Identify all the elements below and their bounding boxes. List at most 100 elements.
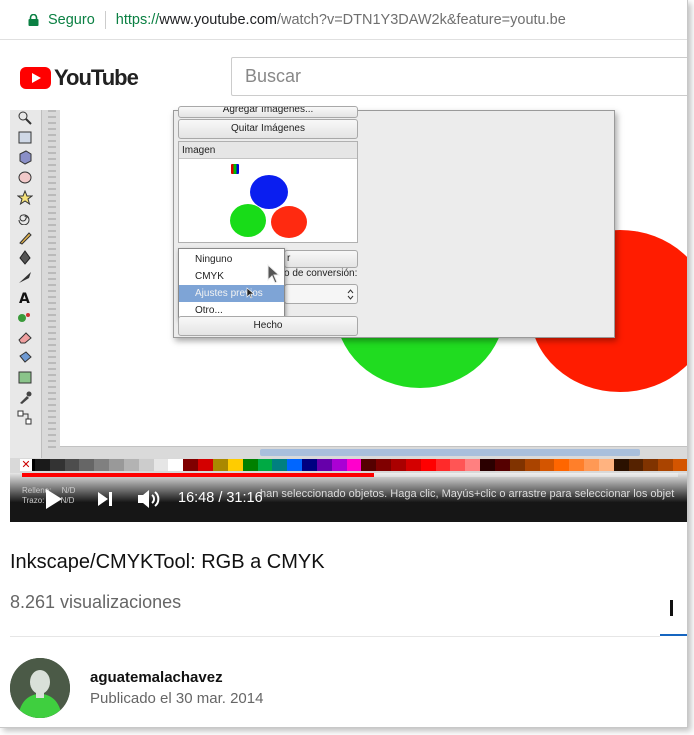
image-panel-title: Imagen	[179, 142, 357, 159]
conversion-combo	[284, 284, 358, 304]
palette-swatch	[524, 459, 540, 471]
palette-swatch	[272, 459, 288, 471]
palette-swatch	[613, 459, 629, 471]
video-title: Inkscape/CMYKTool: RGB a CMYK	[10, 551, 325, 573]
rectangle-tool-icon	[18, 131, 32, 144]
spray-tool-icon	[18, 313, 30, 322]
hidden-button: r	[284, 250, 358, 268]
browser-window: Seguro https://www.youtube.com/watch?v=D…	[0, 0, 688, 728]
palette-swatch	[183, 459, 199, 471]
address-bar[interactable]: Seguro https://www.youtube.com/watch?v=D…	[0, 0, 687, 40]
url-host: www.youtube.com	[159, 11, 277, 28]
dropdown-item-ajustes-previos: Ajustes previos	[179, 285, 284, 302]
calligraphy-tool-icon	[19, 272, 31, 283]
palette-swatch	[257, 459, 273, 471]
palette-swatch	[673, 459, 687, 471]
next-icon[interactable]	[96, 490, 114, 508]
progress-bar-played	[22, 473, 375, 477]
palette-swatch	[598, 459, 614, 471]
toolbox-handle	[48, 110, 56, 450]
palette-swatch	[584, 459, 599, 471]
palette-swatch	[168, 459, 184, 471]
palette-swatch	[212, 459, 228, 471]
zoom-tool-icon	[18, 111, 32, 125]
palette-swatch	[554, 459, 570, 471]
palette-swatch	[138, 459, 154, 471]
mouse-cursor-icon	[267, 264, 280, 284]
view-count: 8.261 visualizaciones	[10, 592, 182, 612]
palette-swatch	[643, 459, 659, 471]
logo-text: YouTube	[54, 65, 139, 90]
palette-swatch	[509, 459, 525, 471]
small-green-circle	[230, 204, 266, 237]
palette-swatch	[242, 459, 258, 471]
small-red-circle	[271, 206, 307, 238]
palette-swatch	[123, 459, 139, 471]
image-panel: Imagen	[178, 141, 358, 243]
3d-box-tool-icon	[19, 150, 32, 165]
palette-swatch	[539, 459, 555, 471]
spiral-tool-icon	[18, 214, 30, 225]
stroke-label: Trazo:	[22, 496, 45, 505]
palette-swatch	[316, 459, 332, 471]
palette-swatch	[420, 459, 436, 471]
play-icon[interactable]	[44, 488, 64, 510]
palette-swatch	[628, 459, 644, 471]
star-tool-icon	[17, 190, 33, 205]
palette-swatch	[79, 459, 95, 471]
no-paint-icon: ✕	[20, 459, 32, 471]
palette-swatch	[361, 459, 377, 471]
like-bar-icon[interactable]	[670, 600, 673, 616]
pencil-tool-icon	[19, 232, 32, 245]
palette-swatch	[287, 459, 303, 471]
url-scheme: https://	[115, 11, 160, 28]
status-message: han seleccionado objetos. Haga clic, May…	[260, 488, 675, 500]
channel-name[interactable]: aguatemalachavez	[90, 669, 223, 686]
section-divider	[10, 636, 660, 637]
palette-swatch	[153, 459, 169, 471]
youtube-logo[interactable]: YouTube	[20, 65, 139, 91]
color-palette	[20, 459, 687, 471]
spinner-arrows-icon	[347, 289, 354, 300]
ellipse-tool-icon	[18, 171, 32, 184]
volume-icon[interactable]	[136, 487, 162, 511]
remove-images-button: Quitar Imágenes	[178, 119, 358, 139]
add-images-button: Agregar Imágenes...	[178, 106, 358, 118]
youtube-header: YouTube Buscar	[0, 40, 687, 110]
palette-swatch	[495, 459, 510, 471]
palette-swatch	[405, 459, 421, 471]
palette-swatch	[34, 459, 50, 471]
palette-swatch	[450, 459, 466, 471]
text-tool-icon: A	[19, 291, 30, 305]
palette-swatch	[376, 459, 392, 471]
like-ratio-bar	[660, 634, 687, 636]
palette-swatch	[331, 459, 347, 471]
gradient-tool-icon	[18, 371, 32, 384]
connector-tool-icon	[17, 410, 32, 425]
publish-date: Publicado el 30 mar. 2014	[90, 690, 264, 707]
canvas-scrollbar	[60, 446, 687, 458]
youtube-play-icon	[20, 67, 51, 89]
palette-swatch	[198, 459, 213, 471]
bucket-tool-icon	[19, 351, 32, 363]
palette-swatch	[435, 459, 451, 471]
eraser-tool-icon	[18, 332, 32, 344]
inkscape-toolbox: A	[10, 110, 42, 458]
search-input[interactable]: Buscar	[231, 57, 687, 96]
palette-swatch	[227, 459, 243, 471]
palette-swatch	[480, 459, 495, 471]
palette-swatch	[302, 459, 317, 471]
palette-swatch	[49, 459, 65, 471]
palette-swatch	[658, 459, 674, 471]
palette-swatch	[94, 459, 110, 471]
svg-text:A: A	[19, 291, 30, 305]
progress-bar[interactable]	[22, 473, 678, 477]
small-cursor-icon	[246, 287, 255, 299]
dropper-tool-icon	[20, 391, 32, 404]
palette-swatch	[391, 459, 406, 471]
pen-tool-icon	[19, 250, 31, 265]
channel-avatar[interactable]	[10, 658, 70, 718]
palette-swatch	[64, 459, 80, 471]
palette-swatch	[109, 459, 124, 471]
rgb-thumbnail-icon	[231, 164, 239, 174]
